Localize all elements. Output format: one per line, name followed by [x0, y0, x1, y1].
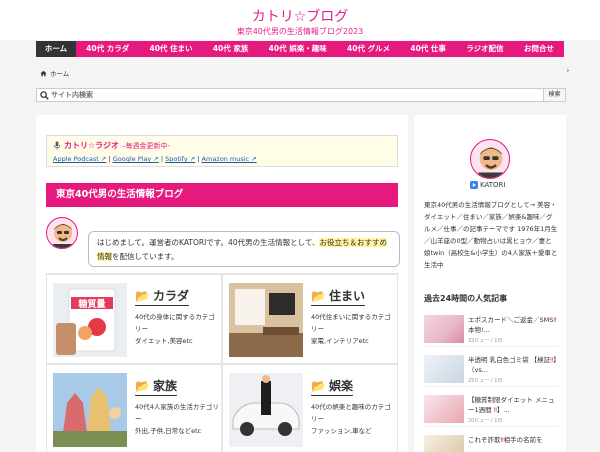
- microphone-icon: [53, 141, 61, 150]
- profile-name-text: KATORI: [480, 181, 506, 189]
- link-amazon-music[interactable]: Amazon music ↗: [202, 155, 257, 163]
- category-card-family[interactable]: 📂 家族 40代4人家族の生活カテゴリー 外出,子供,日常などetc: [46, 364, 222, 452]
- category-image-entertainment: [229, 373, 303, 447]
- popular-thumbnail: [424, 435, 464, 452]
- radio-title-text[interactable]: カトリ☆ラジオ: [64, 140, 119, 151]
- popular-item-views: 20ビュー / 1日: [468, 418, 503, 424]
- link-spotify[interactable]: Spotify ↗: [165, 155, 195, 163]
- profile-avatar: [470, 139, 510, 179]
- category-title-entertainment: 📂 娯楽: [311, 377, 353, 396]
- search-input[interactable]: [37, 89, 543, 101]
- popular-thumbnail: [424, 315, 464, 343]
- search-icon: [40, 91, 49, 100]
- popular-item-title: 半透明 乳白色ゴミ袋 【検証‼】（vs...: [468, 356, 557, 374]
- category-card-body[interactable]: 糖質量 📂 カラダ 40代の身体に関するカテゴリー ダイエット,美容etc: [46, 274, 222, 364]
- folder-icon: 📂: [311, 288, 326, 303]
- global-nav: ホーム 40代 カラダ 40代 住まい 40代 家族 40代 娯楽・趣味 40代…: [36, 41, 564, 57]
- folder-icon: 📂: [135, 378, 150, 393]
- popular-item-views: 25ビュー / 1日: [468, 378, 503, 384]
- nav-item-home-life[interactable]: 40代 住まい: [139, 41, 202, 57]
- popular-thumbnail: [424, 395, 464, 423]
- popular-item-title: これぞ詐欺‼相手の名前を: [468, 436, 543, 444]
- profile-text: 東京40代男の生活情報ブログとして→ 美容・ダイエット／住まい／家族／娯楽&趣味…: [424, 201, 558, 269]
- intro-bubble: はじめまして。運営者のKATORIです。40代男の生活情報として、お役立ち＆おす…: [88, 231, 400, 267]
- folder-icon: 📂: [135, 288, 150, 303]
- category-desc-line: 家電,インテリアetc: [311, 337, 369, 345]
- popular-item[interactable]: エポスカード＼ご返金／SMS‼本物!... 32ビュー / 1日: [424, 311, 558, 347]
- section-title: 東京40代男の生活情報ブログ: [46, 183, 398, 207]
- category-desc-family: 40代4人家族の生活カテゴリー 外出,子供,日常などetc: [135, 401, 219, 437]
- nav-item-entertainment[interactable]: 40代 娯楽・趣味: [259, 41, 337, 57]
- category-desc-line: 40代4人家族の生活カテゴリー: [135, 403, 219, 423]
- search-bar: 検索: [36, 88, 566, 102]
- category-desc-line: 外出,子供,日常などetc: [135, 427, 202, 435]
- radio-title: カトリ☆ラジオ –毎週金更新中-: [53, 140, 391, 151]
- popular-title: 過去24時間の人気記事: [424, 294, 508, 303]
- category-card-home-life[interactable]: 📂 住まい 40代住まいに関するカテゴリー 家電,インテリアetc: [222, 274, 398, 364]
- category-title-text: カラダ: [152, 289, 189, 303]
- popular-thumbnail: [424, 355, 464, 383]
- link-google-play[interactable]: Google Play ↗: [113, 155, 159, 163]
- category-image-home-life: [229, 283, 303, 357]
- category-desc-home-life: 40代住まいに関するカテゴリー 家電,インテリアetc: [311, 311, 395, 347]
- radio-box: カトリ☆ラジオ –毎週金更新中- Apple Podcast ↗ | Googl…: [46, 135, 398, 167]
- nav-item-body[interactable]: 40代 カラダ: [76, 41, 139, 57]
- site-description: 東京40代男の生活情報ブログ2023: [236, 27, 364, 36]
- breadcrumb: ホーム: [40, 68, 69, 78]
- category-desc-line: ダイエット,美容etc: [135, 337, 193, 345]
- search-button[interactable]: 検索: [543, 89, 565, 101]
- category-image-body: 糖質量: [53, 283, 127, 357]
- profile-name: KATORI: [470, 181, 505, 189]
- nav-item-work[interactable]: 40代 仕事: [400, 41, 456, 57]
- category-desc-line: 40代の娯楽と趣味のカテゴリー: [311, 403, 391, 423]
- category-image-family: [53, 373, 127, 447]
- category-title-family: 📂 家族: [135, 377, 177, 396]
- author-avatar: [46, 217, 78, 249]
- category-desc-line: ファッション,車など: [311, 427, 372, 435]
- popular-list: エポスカード＼ご返金／SMS‼本物!... 32ビュー / 1日 半透明 乳白色…: [424, 311, 558, 452]
- popular-item[interactable]: 半透明 乳白色ゴミ袋 【検証‼】（vs... 25ビュー / 1日: [424, 351, 558, 387]
- popular-item-title: 【糖質制限ダイエット メニュー1週間 ‼】...: [468, 396, 555, 414]
- radio-subtitle: –毎週金更新中-: [122, 141, 171, 150]
- category-desc-entertainment: 40代の娯楽と趣味のカテゴリー ファッション,車など: [311, 401, 395, 437]
- category-card-entertainment[interactable]: 📂 娯楽 40代の娯楽と趣味のカテゴリー ファッション,車など: [222, 364, 398, 452]
- category-grid: 糖質量 📂 カラダ 40代の身体に関するカテゴリー ダイエット,美容etc 📂 …: [46, 273, 398, 452]
- site-title[interactable]: カトリ☆ブログ: [0, 6, 600, 26]
- category-title-body: 📂 カラダ: [135, 287, 189, 306]
- sidebar: KATORI 東京40代男の生活情報ブログとして→ 美容・ダイエット／住まい／家…: [414, 115, 566, 452]
- nav-item-radio[interactable]: ラジオ配信: [456, 41, 514, 57]
- book-cover-label: 糖質量: [78, 298, 105, 310]
- popular-item-title: エポスカード＼ご返金／SMS‼本物!...: [468, 316, 557, 334]
- category-desc-line: 40代住まいに関するカテゴリー: [311, 313, 391, 333]
- category-desc-line: 40代の身体に関するカテゴリー: [135, 313, 215, 333]
- category-title-text: 娯楽: [328, 379, 353, 393]
- home-icon: [40, 70, 47, 76]
- nav-item-gourmet[interactable]: 40代 グルメ: [337, 41, 400, 57]
- link-apple-podcast[interactable]: Apple Podcast ↗: [53, 155, 106, 163]
- site-header: カトリ☆ブログ 東京40代男の生活情報ブログ2023: [0, 0, 600, 40]
- intro-text-end: を配信しています。: [112, 252, 179, 261]
- category-title-text: 住まい: [328, 289, 365, 303]
- main-content: カトリ☆ラジオ –毎週金更新中- Apple Podcast ↗ | Googl…: [36, 115, 408, 452]
- radio-links: Apple Podcast ↗ | Google Play ↗ | Spotif…: [53, 155, 391, 163]
- play-icon: [470, 181, 478, 189]
- nav-item-family[interactable]: 40代 家族: [203, 41, 259, 57]
- intro-text: はじめまして。運営者のKATORIです。40代男の生活情報として、: [97, 238, 320, 247]
- category-desc-body: 40代の身体に関するカテゴリー ダイエット,美容etc: [135, 311, 219, 347]
- folder-icon: 📂: [311, 378, 326, 393]
- popular-item-views: 32ビュー / 1日: [468, 338, 503, 344]
- breadcrumb-home[interactable]: ホーム: [50, 68, 69, 78]
- nav-item-home[interactable]: ホーム: [36, 41, 76, 57]
- popular-item[interactable]: これぞ詐欺‼相手の名前を: [424, 431, 558, 452]
- category-title-text: 家族: [152, 379, 177, 393]
- chevron-right-icon: ›: [566, 66, 570, 76]
- nav-item-contact[interactable]: お問合せ: [514, 41, 564, 57]
- category-title-home-life: 📂 住まい: [311, 287, 365, 306]
- popular-item[interactable]: 【糖質制限ダイエット メニュー1週間 ‼】... 20ビュー / 1日: [424, 391, 558, 427]
